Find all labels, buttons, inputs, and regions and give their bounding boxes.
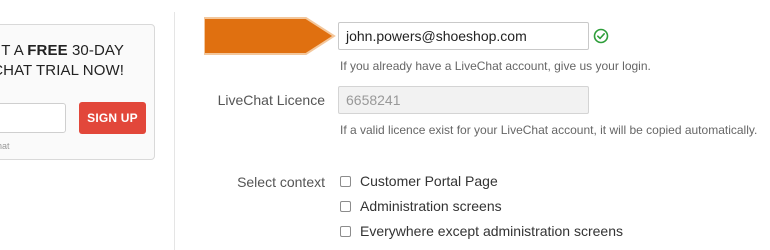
promo-headline-prefix: T A: [1, 42, 24, 59]
sign-up-button[interactable]: SIGN UP: [79, 102, 146, 134]
promo-headline-line2: CHAT TRIAL NOW!: [0, 62, 124, 79]
context-option-everywhere-except-admin[interactable]: Everywhere except administration screens: [340, 222, 623, 240]
check-circle-icon: [593, 28, 609, 44]
promo-headline-bold: FREE: [27, 42, 68, 59]
checkbox[interactable]: [340, 225, 351, 237]
trial-promo-card: T A FREE 30-DAY CHAT TRIAL NOW! SIGN UP …: [0, 24, 155, 160]
checkbox[interactable]: [340, 200, 351, 212]
checkbox-label: Administration screens: [360, 198, 502, 214]
livechat-email-input[interactable]: john.powers@shoeshop.com: [338, 22, 589, 50]
promo-email-input[interactable]: [0, 103, 66, 133]
licence-label: LiveChat Licence: [217, 92, 325, 108]
context-label: Select context: [237, 174, 325, 190]
column-divider: [174, 12, 175, 250]
context-option-administration[interactable]: Administration screens: [340, 197, 502, 215]
email-help-text: If you already have a LiveChat account, …: [340, 59, 651, 73]
context-option-customer-portal[interactable]: Customer Portal Page: [340, 172, 498, 190]
checkbox[interactable]: [340, 175, 351, 187]
checkbox-label: Everywhere except administration screens: [360, 223, 624, 239]
licence-input: 6658241: [338, 86, 589, 114]
checkbox-label: Customer Portal Page: [360, 173, 498, 189]
licence-help-text: If a valid licence exist for your LiveCh…: [340, 123, 758, 137]
pointer-arrow-icon: [204, 17, 336, 55]
promo-headline-suffix: 30-DAY: [71, 42, 124, 59]
promo-powered-note: veChat: [0, 141, 10, 151]
promo-headline: T A FREE 30-DAY CHAT TRIAL NOW!: [0, 41, 124, 81]
